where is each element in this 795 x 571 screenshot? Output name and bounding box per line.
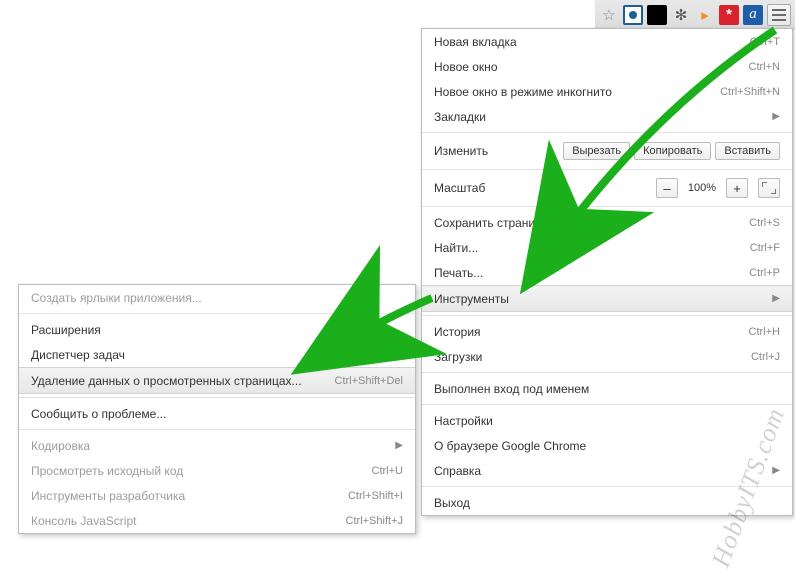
submenu-arrow-icon: ▶ <box>395 440 403 451</box>
menu-label: Закладки <box>434 110 772 124</box>
submenu-task-manager[interactable]: Диспетчер задач Shift+Esc <box>19 342 415 367</box>
menu-label: Изменить <box>434 144 563 158</box>
menu-downloads[interactable]: Загрузки Ctrl+J <box>422 344 792 369</box>
menu-label: О браузере Google Chrome <box>434 439 780 453</box>
menu-label: Загрузки <box>434 350 721 364</box>
menu-bookmarks[interactable]: Закладки ▶ <box>422 104 792 129</box>
menu-label: Сохранить страницу как... <box>434 216 719 230</box>
extension-lastpass-icon[interactable]: * <box>719 5 739 25</box>
menu-label: Удаление данных о просмотренных страница… <box>31 374 305 388</box>
submenu-arrow-icon: ▶ <box>772 293 780 304</box>
submenu-encoding[interactable]: Кодировка ▶ <box>19 433 415 458</box>
menu-label: Выполнен вход под именем <box>434 382 780 396</box>
cut-button[interactable]: Вырезать <box>563 142 630 160</box>
zoom-in-button[interactable]: + <box>726 178 748 198</box>
menu-label: Создать ярлыки приложения... <box>31 291 403 305</box>
shortcut-text: Ctrl+P <box>749 267 780 279</box>
tools-submenu: Создать ярлыки приложения... Расширения … <box>18 284 416 534</box>
submenu-extensions[interactable]: Расширения <box>19 317 415 342</box>
menu-new-tab[interactable]: Новая вкладка Ctrl+T <box>422 29 792 54</box>
submenu-dev-tools[interactable]: Инструменты разработчика Ctrl+Shift+I <box>19 483 415 508</box>
copy-button[interactable]: Копировать <box>634 142 711 160</box>
shortcut-text: Shift+Esc <box>356 349 403 361</box>
submenu-arrow-icon: ▶ <box>772 111 780 122</box>
menu-label: Новое окно <box>434 60 719 74</box>
menu-zoom-row: Масштаб – 100% + <box>422 173 792 203</box>
shortcut-text: Ctrl+S <box>749 217 780 229</box>
menu-label: Расширения <box>31 323 403 337</box>
zoom-out-button[interactable]: – <box>656 178 678 198</box>
menu-print[interactable]: Печать... Ctrl+P <box>422 260 792 285</box>
menu-label: Просмотреть исходный код <box>31 464 342 478</box>
menu-label: Масштаб <box>434 181 656 195</box>
menu-settings[interactable]: Настройки <box>422 408 792 433</box>
shortcut-text: Ctrl+U <box>372 465 403 477</box>
shortcut-text: Ctrl+Shift+N <box>720 86 780 98</box>
menu-label: Настройки <box>434 414 780 428</box>
shortcut-text: Ctrl+N <box>749 61 780 73</box>
menu-label: Новая вкладка <box>434 35 720 49</box>
shortcut-text: Ctrl+Shift+J <box>346 515 403 527</box>
menu-find[interactable]: Найти... Ctrl+F <box>422 235 792 260</box>
extension-eye-icon[interactable] <box>623 5 643 25</box>
menu-label: Диспетчер задач <box>31 348 326 362</box>
menu-label: Инструменты разработчика <box>31 489 318 503</box>
shortcut-text: Ctrl+T <box>750 36 780 48</box>
menu-label: Печать... <box>434 266 719 280</box>
menu-edit-row: Изменить Вырезать Копировать Вставить <box>422 136 792 166</box>
zoom-value: 100% <box>682 182 722 194</box>
menu-incognito[interactable]: Новое окно в режиме инкогнито Ctrl+Shift… <box>422 79 792 104</box>
menu-label: Консоль JavaScript <box>31 514 316 528</box>
chrome-main-menu: Новая вкладка Ctrl+T Новое окно Ctrl+N Н… <box>421 28 793 516</box>
fullscreen-button[interactable] <box>758 178 780 198</box>
extension-black-icon[interactable] <box>647 5 667 25</box>
menu-label: Кодировка <box>31 439 395 453</box>
submenu-view-source[interactable]: Просмотреть исходный код Ctrl+U <box>19 458 415 483</box>
menu-label: Новое окно в режиме инкогнито <box>434 85 690 99</box>
shortcut-text: Ctrl+J <box>751 351 780 363</box>
submenu-report-issue[interactable]: Сообщить о проблеме... <box>19 401 415 426</box>
menu-about[interactable]: О браузере Google Chrome <box>422 433 792 458</box>
submenu-create-shortcuts[interactable]: Создать ярлыки приложения... <box>19 285 415 310</box>
shortcut-text: Ctrl+F <box>750 242 780 254</box>
paste-button[interactable]: Вставить <box>715 142 780 160</box>
chrome-menu-button[interactable] <box>767 4 791 26</box>
menu-history[interactable]: История Ctrl+H <box>422 319 792 344</box>
menu-label: История <box>434 325 719 339</box>
submenu-js-console[interactable]: Консоль JavaScript Ctrl+Shift+J <box>19 508 415 533</box>
menu-label: Найти... <box>434 241 720 255</box>
bookmark-star-icon[interactable]: ☆ <box>599 5 619 25</box>
menu-tools[interactable]: Инструменты ▶ <box>422 285 792 312</box>
shortcut-text: Ctrl+Shift+I <box>348 490 403 502</box>
submenu-clear-browsing-data[interactable]: Удаление данных о просмотренных страница… <box>19 367 415 394</box>
menu-signed-in[interactable]: Выполнен вход под именем <box>422 376 792 401</box>
menu-label: Справка <box>434 464 772 478</box>
shortcut-text: Ctrl+H <box>749 326 780 338</box>
browser-toolbar: ☆ ✻ ▸ * a <box>595 0 795 30</box>
menu-new-window[interactable]: Новое окно Ctrl+N <box>422 54 792 79</box>
extension-a-icon[interactable]: a <box>743 5 763 25</box>
menu-save-as[interactable]: Сохранить страницу как... Ctrl+S <box>422 210 792 235</box>
menu-label: Сообщить о проблеме... <box>31 407 403 421</box>
extension-bug-icon[interactable]: ✻ <box>671 5 691 25</box>
shortcut-text: Ctrl+Shift+Del <box>335 375 403 387</box>
extension-rss-icon[interactable]: ▸ <box>695 5 715 25</box>
menu-label: Инструменты <box>434 292 772 306</box>
submenu-arrow-icon: ▶ <box>772 465 780 476</box>
